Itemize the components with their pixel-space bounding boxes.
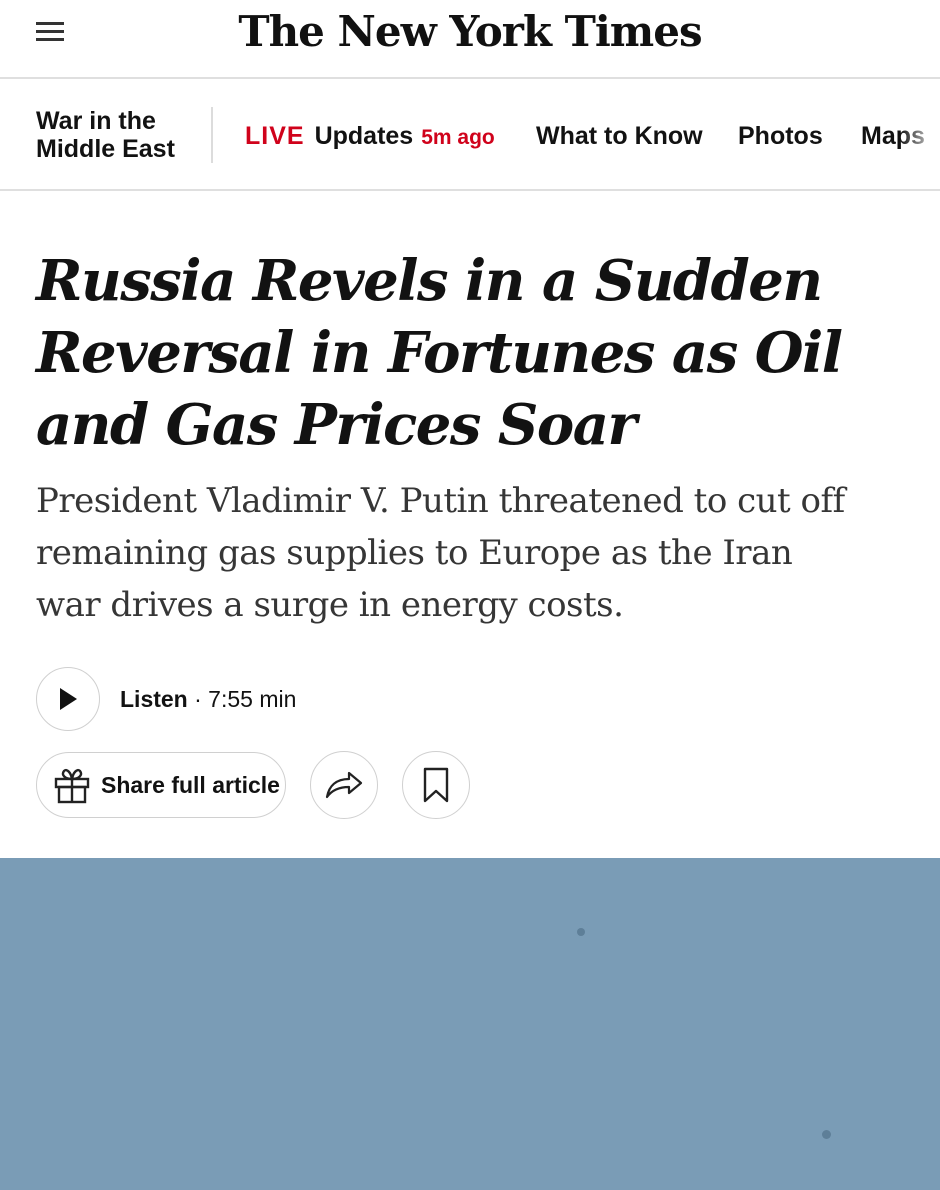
subnav-divider	[211, 107, 213, 163]
share-full-article-label: Share full article	[101, 771, 280, 798]
nyt-logo[interactable]: The New York Times	[0, 6, 940, 58]
hero-image	[0, 858, 940, 1190]
play-icon	[60, 688, 77, 710]
what-to-know-link[interactable]: What to Know	[536, 121, 703, 151]
live-updates-link[interactable]: LIVE Updates 5m ago	[245, 121, 495, 153]
hero-image-speck	[577, 928, 585, 936]
live-badge: LIVE	[245, 122, 305, 150]
listen-label: Listen	[120, 685, 188, 712]
section-title[interactable]: War in the Middle East	[36, 107, 196, 163]
play-button[interactable]	[36, 667, 100, 731]
photos-link[interactable]: Photos	[738, 121, 823, 151]
gift-icon	[54, 768, 90, 804]
bookmark-icon	[423, 767, 449, 803]
share-full-article-button[interactable]: Share full article	[36, 752, 286, 818]
share-button[interactable]	[310, 751, 378, 819]
save-bookmark-button[interactable]	[402, 751, 470, 819]
hero-image-speck	[822, 1130, 831, 1139]
section-subnav: War in the Middle East LIVE Updates 5m ago…	[0, 79, 940, 191]
listen-player: Listen · 7:55 min	[36, 667, 296, 731]
live-updates-label: Updates	[314, 122, 414, 150]
live-timestamp: 5m ago	[421, 126, 495, 149]
share-arrow-icon	[325, 771, 363, 799]
listen-duration: · 7:55 min	[194, 685, 297, 712]
listen-info: Listen · 7:55 min	[120, 686, 296, 713]
article-headline: Russia Revels in a Sudden Reversal in Fo…	[36, 248, 843, 458]
subnav-scroll-fade	[900, 79, 940, 189]
article-actions: Share full article	[36, 751, 470, 819]
article-summary: President Vladimir V. Putin threatened t…	[36, 481, 845, 625]
masthead: The New York Times	[0, 0, 940, 79]
